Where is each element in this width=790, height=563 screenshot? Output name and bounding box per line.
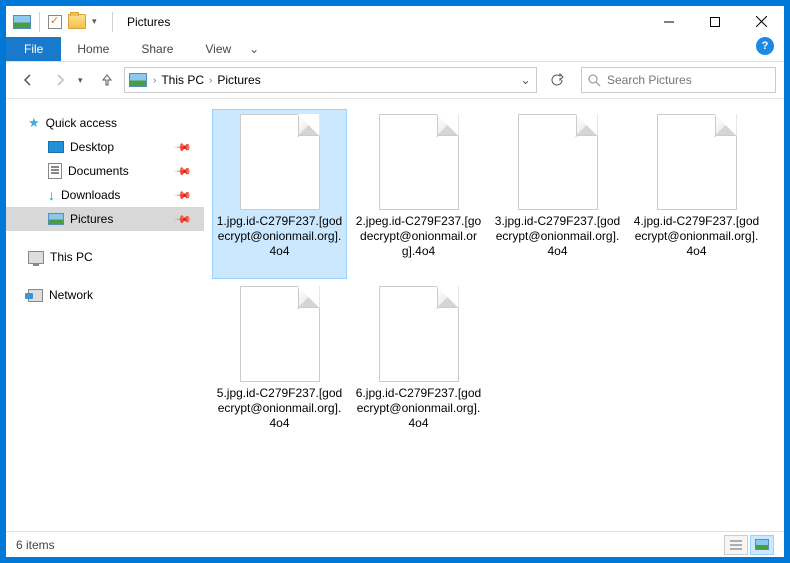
documents-icon	[48, 163, 62, 179]
search-placeholder: Search Pictures	[607, 73, 692, 87]
file-name: 1.jpg.id-C279F237.[godecrypt@onionmail.o…	[215, 214, 344, 259]
tab-home[interactable]: Home	[61, 37, 125, 61]
chevron-right-icon[interactable]: ›	[207, 75, 214, 86]
nav-documents[interactable]: Documents 📌	[6, 159, 204, 183]
star-icon: ★	[28, 115, 40, 131]
file-name: 6.jpg.id-C279F237.[godecrypt@onionmail.o…	[354, 386, 483, 431]
file-item[interactable]: 3.jpg.id-C279F237.[godecrypt@onionmail.o…	[490, 109, 625, 279]
file-thumbnail-icon	[657, 114, 737, 210]
file-item[interactable]: 6.jpg.id-C279F237.[godecrypt@onionmail.o…	[351, 281, 486, 451]
pin-icon: 📌	[174, 186, 193, 205]
file-thumbnail-icon	[518, 114, 598, 210]
nav-pictures[interactable]: Pictures 📌	[6, 207, 204, 231]
tab-view[interactable]: View	[189, 37, 247, 61]
file-name: 5.jpg.id-C279F237.[godecrypt@onionmail.o…	[215, 386, 344, 431]
nav-quick-access[interactable]: ★ Quick access	[6, 111, 204, 135]
pc-icon	[28, 251, 44, 264]
search-input[interactable]: Search Pictures	[581, 67, 776, 93]
ribbon: File Home Share View ⌄ ?	[6, 37, 784, 62]
address-dropdown-icon[interactable]: ⌄	[514, 68, 536, 92]
refresh-button[interactable]	[543, 68, 571, 92]
nav-desktop[interactable]: Desktop 📌	[6, 135, 204, 159]
qat-newfolder-icon[interactable]	[68, 14, 86, 29]
thumbnails-view-button[interactable]	[750, 535, 774, 555]
tab-share[interactable]: Share	[125, 37, 189, 61]
files-view[interactable]: 1.jpg.id-C279F237.[godecrypt@onionmail.o…	[204, 99, 784, 531]
navigation-pane: ★ Quick access Desktop 📌 Documents 📌 ↓ D…	[6, 99, 204, 531]
nav-this-pc[interactable]: This PC	[6, 245, 204, 269]
pin-icon: 📌	[174, 162, 193, 181]
file-thumbnail-icon	[379, 286, 459, 382]
breadcrumb-pictures[interactable]: Pictures	[214, 73, 263, 87]
chevron-right-icon[interactable]: ›	[151, 75, 158, 86]
address-bar[interactable]: › This PC › Pictures ⌄	[124, 67, 537, 93]
file-name: 4.jpg.id-C279F237.[godecrypt@onionmail.o…	[632, 214, 761, 259]
file-tab[interactable]: File	[6, 37, 61, 61]
details-view-button[interactable]	[724, 535, 748, 555]
nav-network[interactable]: Network	[6, 283, 204, 307]
pictures-icon	[48, 213, 64, 225]
file-thumbnail-icon	[240, 114, 320, 210]
statusbar: 6 items	[6, 531, 784, 557]
close-button[interactable]	[738, 7, 784, 37]
qat-properties-icon[interactable]	[48, 15, 62, 29]
navigation-bar: ▾ › This PC › Pictures ⌄ Search Pictures	[6, 62, 784, 99]
up-button[interactable]	[94, 68, 120, 92]
file-thumbnail-icon	[240, 286, 320, 382]
maximize-button[interactable]	[692, 7, 738, 37]
file-item[interactable]: 4.jpg.id-C279F237.[godecrypt@onionmail.o…	[629, 109, 764, 279]
back-button[interactable]	[14, 67, 42, 93]
file-item[interactable]: 5.jpg.id-C279F237.[godecrypt@onionmail.o…	[212, 281, 347, 451]
status-item-count: 6 items	[16, 538, 55, 552]
titlebar[interactable]: ▾ Pictures	[6, 6, 784, 37]
nav-downloads[interactable]: ↓ Downloads 📌	[6, 183, 204, 207]
pin-icon: 📌	[174, 210, 193, 229]
file-item[interactable]: 1.jpg.id-C279F237.[godecrypt@onionmail.o…	[212, 109, 347, 279]
ribbon-expand-icon[interactable]: ⌄	[247, 37, 261, 61]
file-name: 3.jpg.id-C279F237.[godecrypt@onionmail.o…	[493, 214, 622, 259]
pin-icon: 📌	[174, 138, 193, 157]
explorer-window: ▾ Pictures File Home Share View ⌄ ? ▾ › …	[5, 5, 785, 558]
file-name: 2.jpeg.id-C279F237.[godecrypt@onionmail.…	[354, 214, 483, 259]
search-icon	[588, 74, 601, 87]
desktop-icon	[48, 141, 64, 153]
downloads-icon: ↓	[48, 187, 55, 203]
qat-customize-icon[interactable]: ▾	[92, 16, 100, 27]
location-icon	[129, 73, 147, 87]
minimize-button[interactable]	[646, 7, 692, 37]
file-item[interactable]: 2.jpeg.id-C279F237.[godecrypt@onionmail.…	[351, 109, 486, 279]
recent-locations-icon[interactable]: ▾	[78, 75, 90, 86]
breadcrumb-this-pc[interactable]: This PC	[158, 73, 207, 87]
network-icon	[28, 289, 43, 302]
file-thumbnail-icon	[379, 114, 459, 210]
forward-button[interactable]	[46, 67, 74, 93]
help-icon[interactable]: ?	[756, 37, 774, 55]
app-icon	[13, 15, 31, 29]
window-title: Pictures	[127, 15, 170, 29]
